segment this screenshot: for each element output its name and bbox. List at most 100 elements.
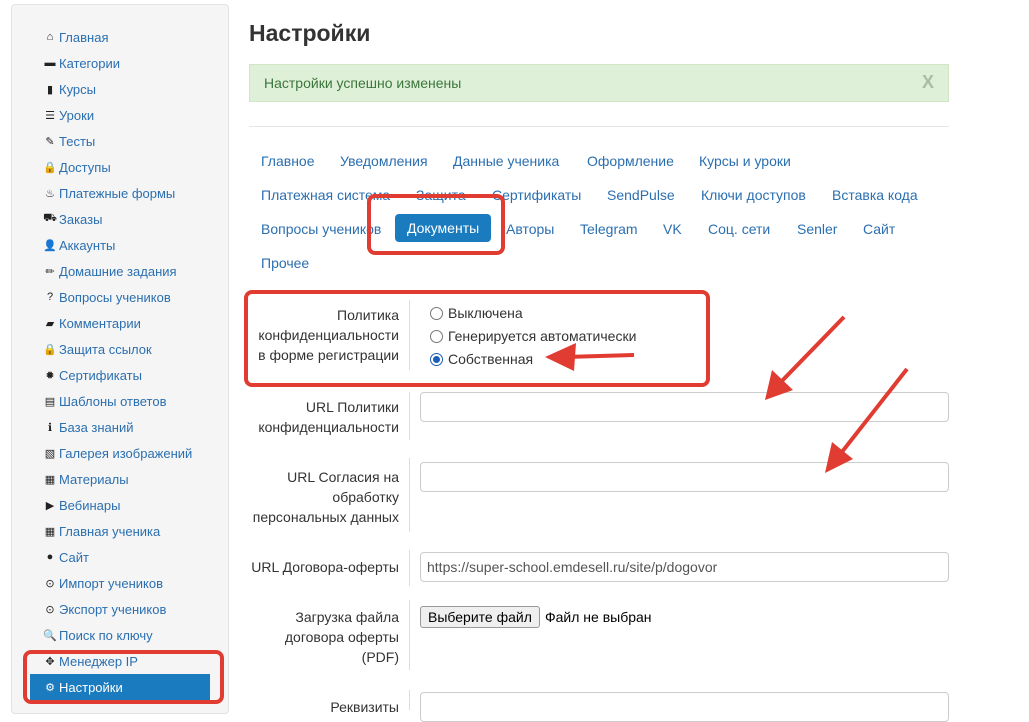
sidebar-item-label: Главная: [59, 29, 109, 45]
tab-sendpulse[interactable]: SendPulse: [607, 187, 675, 203]
sidebar-item-label: База знаний: [59, 419, 134, 435]
radio-auto[interactable]: Генерируется автоматически: [430, 328, 636, 344]
categories-icon: ▬: [44, 57, 56, 69]
sidebar-item-courses[interactable]: ▮ Курсы: [30, 76, 210, 102]
sidebar-item-payment-forms[interactable]: ♨ Платежные формы: [30, 180, 210, 206]
url-offer-input[interactable]: https://super-school.emdesell.ru/site/p/…: [420, 552, 949, 582]
radio-off[interactable]: Выключена: [430, 305, 523, 321]
payment-forms-icon: ♨: [45, 187, 55, 200]
sidebar-item-label: Сайт: [59, 549, 89, 565]
sidebar-item-access[interactable]: 🔒 Доступы: [30, 154, 210, 180]
certificates-icon: ✹: [45, 369, 55, 382]
sidebar-item-homework[interactable]: ✏ Домашние задания: [30, 258, 210, 284]
alert-text: Настройки успешно изменены: [264, 75, 462, 91]
sidebar-item-settings[interactable]: ⚙ Настройки: [30, 674, 210, 700]
tab-protection[interactable]: Защита: [416, 187, 466, 203]
sidebar-item-accounts[interactable]: 👤 Аккаунты: [30, 232, 210, 258]
tab-certificates[interactable]: Сертификаты: [492, 187, 581, 203]
sidebar-item-label: Настройки: [59, 679, 123, 695]
site-icon: ●: [46, 551, 54, 563]
student-home-icon: ▦: [44, 525, 56, 538]
field-separator: [409, 550, 410, 586]
sidebar-item-label: Вопросы учеников: [59, 289, 171, 305]
arrow-to-own-radio: [545, 343, 635, 371]
sidebar-item-certificates[interactable]: ✹ Сертификаты: [30, 362, 210, 388]
tab-senler[interactable]: Senler: [797, 221, 837, 237]
tab-notifications[interactable]: Уведомления: [340, 153, 428, 169]
sidebar-item-home[interactable]: ⌂ Главная: [30, 24, 210, 50]
sidebar-item-lessons[interactable]: ☰ Уроки: [30, 102, 210, 128]
sidebar-item-label: Доступы: [59, 159, 111, 175]
tab-payment-system[interactable]: Платежная система: [261, 187, 390, 203]
requisites-input[interactable]: [420, 692, 949, 722]
sidebar-item-ip-manager[interactable]: ✥ Менеджер IP: [30, 648, 210, 674]
sidebar-item-label: Сертификаты: [59, 367, 142, 383]
arrow-to-url-policy: [765, 315, 846, 400]
ip-manager-icon: ✥: [45, 655, 55, 668]
sidebar-item-label: Галерея изображений: [59, 445, 193, 461]
choose-file-button[interactable]: Выберите файл: [420, 606, 540, 628]
sidebar-item-import-students[interactable]: ⊙ Импорт учеников: [30, 570, 210, 596]
tab-authors[interactable]: Авторы: [506, 221, 554, 237]
tab-social[interactable]: Соц. сети: [708, 221, 770, 237]
tab-code-insert[interactable]: Вставка кода: [832, 187, 918, 203]
tab-student-data[interactable]: Данные ученика: [453, 153, 559, 169]
tests-icon: ✎: [45, 135, 55, 148]
courses-icon: ▮: [46, 83, 54, 96]
alert-close-button[interactable]: X: [922, 72, 934, 93]
sidebar-item-key-search[interactable]: 🔍 Поиск по ключу: [30, 622, 210, 648]
sidebar-item-label: Заказы: [59, 211, 103, 227]
sidebar-item-orders[interactable]: ⛟ Заказы: [30, 206, 210, 232]
tab-main[interactable]: Главное: [261, 153, 315, 169]
accounts-icon: 👤: [43, 239, 57, 252]
sidebar-item-label: Защита ссылок: [59, 341, 152, 357]
field-separator: [409, 458, 410, 532]
sidebar-item-categories[interactable]: ▬ Категории: [30, 50, 210, 76]
url-policy-input[interactable]: [420, 392, 949, 422]
url-consent-label: URL Согласия на обработку персональных д…: [252, 469, 399, 525]
settings-icon: ⚙: [45, 681, 55, 694]
tab-site[interactable]: Сайт: [863, 221, 895, 237]
homework-icon: ✏: [45, 265, 55, 278]
sidebar-item-label: Поиск по ключу: [59, 627, 153, 643]
divider: [249, 126, 949, 127]
sidebar-item-link-protection[interactable]: 🔒 Защита ссылок: [30, 336, 210, 362]
radio-auto-control[interactable]: [430, 329, 443, 343]
knowledge-base-icon: ℹ: [47, 421, 53, 434]
sidebar-item-tests[interactable]: ✎ Тесты: [30, 128, 210, 154]
requisites-label: Реквизиты: [330, 699, 399, 715]
sidebar-item-knowledge-base[interactable]: ℹ База знаний: [30, 414, 210, 440]
sidebar-item-student-home[interactable]: ▦ Главная ученика: [30, 518, 210, 544]
sidebar-item-comments[interactable]: ▰ Комментарии: [30, 310, 210, 336]
sidebar-item-site[interactable]: ● Сайт: [30, 544, 210, 570]
tab-student-questions[interactable]: Вопросы учеников: [261, 221, 381, 237]
sidebar-item-materials[interactable]: ▦ Материалы: [30, 466, 210, 492]
radio-off-control[interactable]: [430, 306, 443, 320]
home-icon: ⌂: [46, 31, 54, 43]
export-students-icon: ⊙: [45, 603, 55, 616]
field-separator: [409, 392, 410, 440]
field-separator: [409, 300, 410, 370]
sidebar-item-webinars[interactable]: ▶ Вебинары: [30, 492, 210, 518]
tab-design[interactable]: Оформление: [587, 153, 674, 169]
webinars-icon: ▶: [45, 499, 55, 512]
sidebar-item-label: Категории: [59, 55, 120, 71]
tab-access-keys[interactable]: Ключи доступов: [701, 187, 806, 203]
radio-own-control[interactable]: [430, 352, 443, 366]
sidebar-item-image-gallery[interactable]: ▧ Галерея изображений: [30, 440, 210, 466]
tab-documents[interactable]: Документы: [395, 214, 492, 242]
tab-courses-lessons[interactable]: Курсы и уроки: [699, 153, 791, 169]
sidebar-item-label: Импорт учеников: [59, 575, 163, 591]
sidebar-item-export-students[interactable]: ⊙ Экспорт учеников: [30, 596, 210, 622]
url-consent-input[interactable]: [420, 462, 949, 492]
tab-vk[interactable]: VK: [663, 221, 682, 237]
tab-telegram[interactable]: Telegram: [580, 221, 638, 237]
sidebar-item-label: Тесты: [59, 133, 96, 149]
sidebar-item-student-questions[interactable]: ? Вопросы учеников: [30, 284, 210, 310]
student-questions-icon: ?: [46, 291, 54, 303]
radio-own[interactable]: Собственная: [430, 351, 533, 367]
sidebar-item-answer-templates[interactable]: ▤ Шаблоны ответов: [30, 388, 210, 414]
sidebar-item-label: Комментарии: [59, 315, 141, 331]
tab-other[interactable]: Прочее: [261, 255, 309, 271]
policy-label: Политика конфиденциальности в форме реги…: [258, 307, 399, 363]
